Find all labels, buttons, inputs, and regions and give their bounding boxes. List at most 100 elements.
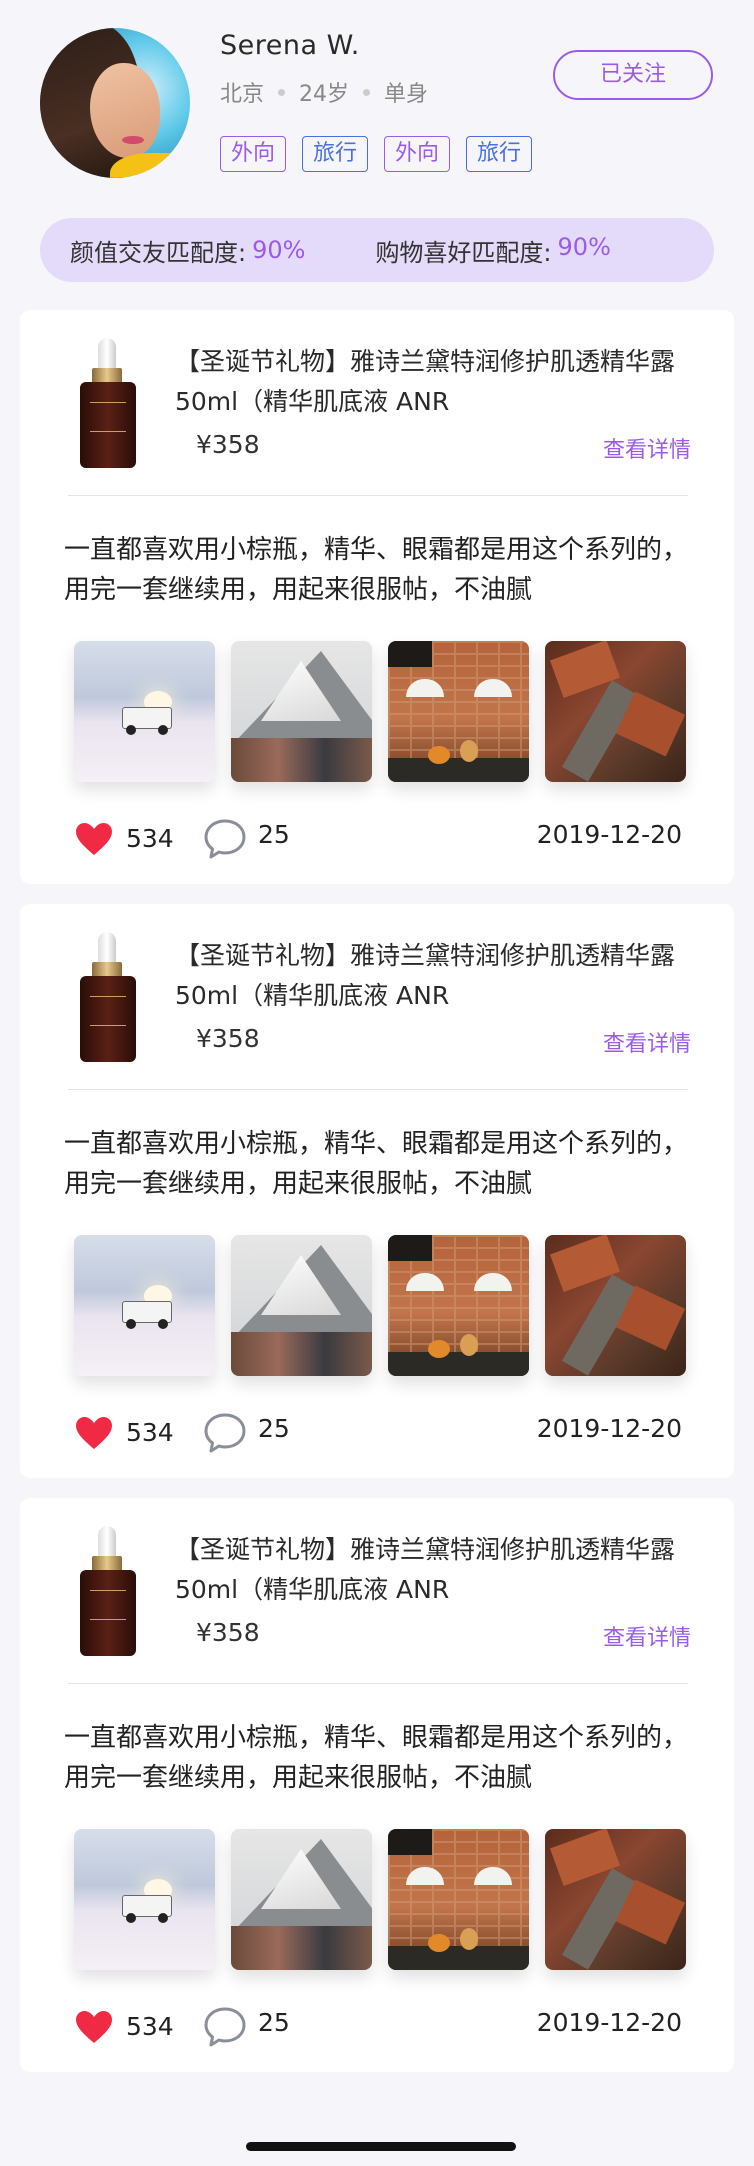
avatar[interactable] xyxy=(40,28,190,178)
like-count: 534 xyxy=(126,824,174,853)
post-date: 2019-12-20 xyxy=(536,820,682,849)
photo-table xyxy=(388,1946,529,1970)
like-count: 534 xyxy=(126,1418,174,1447)
product-image[interactable] xyxy=(72,338,142,470)
photo-pumpkin xyxy=(460,1928,478,1950)
user-age: 24岁 xyxy=(299,82,350,107)
photo-pumpkin xyxy=(460,740,478,762)
looks-match-label: 颜值交友匹配度: xyxy=(70,238,247,267)
photo-thumbnail[interactable] xyxy=(231,1235,372,1376)
photo-thumbnail[interactable] xyxy=(231,1829,372,1970)
photo-thumbnail[interactable] xyxy=(545,1829,686,1970)
photo-wheel xyxy=(158,725,168,735)
product-price: ¥358 xyxy=(196,1618,260,1647)
product-title[interactable]: 【圣诞节礼物】雅诗兰黛特润修护肌透精华露 50ml（精华肌底液 ANR xyxy=(175,342,705,422)
photo-frame xyxy=(388,641,432,667)
product-image[interactable] xyxy=(72,932,142,1064)
heart-icon[interactable] xyxy=(75,822,113,856)
divider xyxy=(68,495,688,496)
product-row[interactable]: 【圣诞节礼物】雅诗兰黛特润修护肌透精华露 50ml（精华肌底液 ANR ¥358… xyxy=(20,904,734,1089)
user-name: Serena W. xyxy=(220,30,360,61)
product-title[interactable]: 【圣诞节礼物】雅诗兰黛特润修护肌透精华露 50ml（精华肌底液 ANR xyxy=(175,1530,705,1610)
product-price: ¥358 xyxy=(196,430,260,459)
profile-header: Serena W. 北京 24岁 单身 外向 旅行 外向 旅行 已关注 颜值交友… xyxy=(0,0,754,300)
product-image[interactable] xyxy=(72,1526,142,1658)
heart-icon[interactable] xyxy=(75,1416,113,1450)
user-relationship: 单身 xyxy=(384,82,429,107)
post-stats: 534 25 2019-12-20 xyxy=(20,1404,734,1454)
photo-town xyxy=(231,1332,372,1376)
photo-thumbnail[interactable] xyxy=(545,641,686,782)
bottle-label xyxy=(90,996,126,1026)
photo-grid xyxy=(74,1829,686,1970)
photo-thumbnail[interactable] xyxy=(545,1235,686,1376)
comment-icon[interactable] xyxy=(203,2006,247,2048)
photo-thumbnail[interactable] xyxy=(74,1235,215,1376)
comment-icon[interactable] xyxy=(203,1412,247,1454)
product-title[interactable]: 【圣诞节礼物】雅诗兰黛特润修护肌透精华露 50ml（精华肌底液 ANR xyxy=(175,936,705,1016)
photo-thumbnail[interactable] xyxy=(231,641,372,782)
photo-town xyxy=(231,1926,372,1970)
separator-dot xyxy=(363,88,371,96)
bottle-label xyxy=(90,402,126,432)
photo-grid xyxy=(74,1235,686,1376)
comment-count: 25 xyxy=(258,2008,290,2037)
user-city: 北京 xyxy=(220,82,265,107)
follow-button[interactable]: 已关注 xyxy=(553,50,713,100)
photo-thumbnail[interactable] xyxy=(74,1829,215,1970)
photo-wheel xyxy=(158,1913,168,1923)
review-text: 一直都喜欢用小棕瓶，精华、眼霜都是用这个系列的，用完一套继续用，用起来很服帖，不… xyxy=(64,1723,689,1793)
review-text: 一直都喜欢用小棕瓶，精华、眼霜都是用这个系列的，用完一套继续用，用起来很服帖，不… xyxy=(64,535,689,605)
photo-grid xyxy=(74,641,686,782)
interest-tags: 外向 旅行 外向 旅行 xyxy=(220,136,533,172)
post-stats: 534 25 2019-12-20 xyxy=(20,1998,734,2048)
divider xyxy=(68,1683,688,1684)
photo-thumbnail[interactable] xyxy=(388,1829,529,1970)
user-meta: 北京 24岁 单身 xyxy=(220,76,428,108)
post-card: 【圣诞节礼物】雅诗兰黛特润修护肌透精华露 50ml（精华肌底液 ANR ¥358… xyxy=(20,310,734,884)
avatar-face xyxy=(90,63,160,158)
photo-pumpkin xyxy=(428,746,450,764)
comment-icon[interactable] xyxy=(203,818,247,860)
photo-thumbnail[interactable] xyxy=(388,1235,529,1376)
photo-wheel xyxy=(158,1319,168,1329)
match-bar: 颜值交友匹配度: 90% 购物喜好匹配度: 90% xyxy=(40,218,714,282)
view-details-link[interactable]: 查看详情 xyxy=(603,432,691,464)
bottle-dropper xyxy=(98,1526,116,1560)
post-date: 2019-12-20 xyxy=(536,1414,682,1443)
photo-pumpkin xyxy=(428,1340,450,1358)
post-stats: 534 25 2019-12-20 xyxy=(20,810,734,860)
shopping-match-label: 购物喜好匹配度: xyxy=(375,238,552,267)
photo-thumbnail[interactable] xyxy=(388,641,529,782)
interest-tag[interactable]: 外向 xyxy=(220,136,287,172)
avatar-lip xyxy=(122,136,144,144)
product-row[interactable]: 【圣诞节礼物】雅诗兰黛特润修护肌透精华露 50ml（精华肌底液 ANR ¥358… xyxy=(20,1498,734,1683)
divider xyxy=(68,1089,688,1090)
comment-count: 25 xyxy=(258,820,290,849)
view-details-link[interactable]: 查看详情 xyxy=(603,1026,691,1058)
photo-frame xyxy=(388,1235,432,1261)
photo-town xyxy=(231,738,372,782)
post-card: 【圣诞节礼物】雅诗兰黛特润修护肌透精华露 50ml（精华肌底液 ANR ¥358… xyxy=(20,1498,734,2072)
comment-count: 25 xyxy=(258,1414,290,1443)
photo-frame xyxy=(388,1829,432,1855)
post-card: 【圣诞节礼物】雅诗兰黛特润修护肌透精华露 50ml（精华肌底液 ANR ¥358… xyxy=(20,904,734,1478)
product-row[interactable]: 【圣诞节礼物】雅诗兰黛特润修护肌透精华露 50ml（精华肌底液 ANR ¥358… xyxy=(20,310,734,495)
bottle-label xyxy=(90,1590,126,1620)
shopping-match-value: 90% xyxy=(557,232,611,261)
photo-table xyxy=(388,758,529,782)
post-date: 2019-12-20 xyxy=(536,2008,682,2037)
product-price: ¥358 xyxy=(196,1024,260,1053)
interest-tag[interactable]: 旅行 xyxy=(302,136,369,172)
shopping-match: 购物喜好匹配度: 90% xyxy=(375,233,610,268)
separator-dot xyxy=(278,88,286,96)
heart-icon[interactable] xyxy=(75,2010,113,2044)
view-details-link[interactable]: 查看详情 xyxy=(603,1620,691,1652)
interest-tag[interactable]: 旅行 xyxy=(466,136,533,172)
bottle-dropper xyxy=(98,932,116,966)
like-count: 534 xyxy=(126,2012,174,2041)
review-text: 一直都喜欢用小棕瓶，精华、眼霜都是用这个系列的，用完一套继续用，用起来很服帖，不… xyxy=(64,1129,689,1199)
home-indicator[interactable] xyxy=(246,2142,516,2151)
photo-thumbnail[interactable] xyxy=(74,641,215,782)
interest-tag[interactable]: 外向 xyxy=(384,136,451,172)
